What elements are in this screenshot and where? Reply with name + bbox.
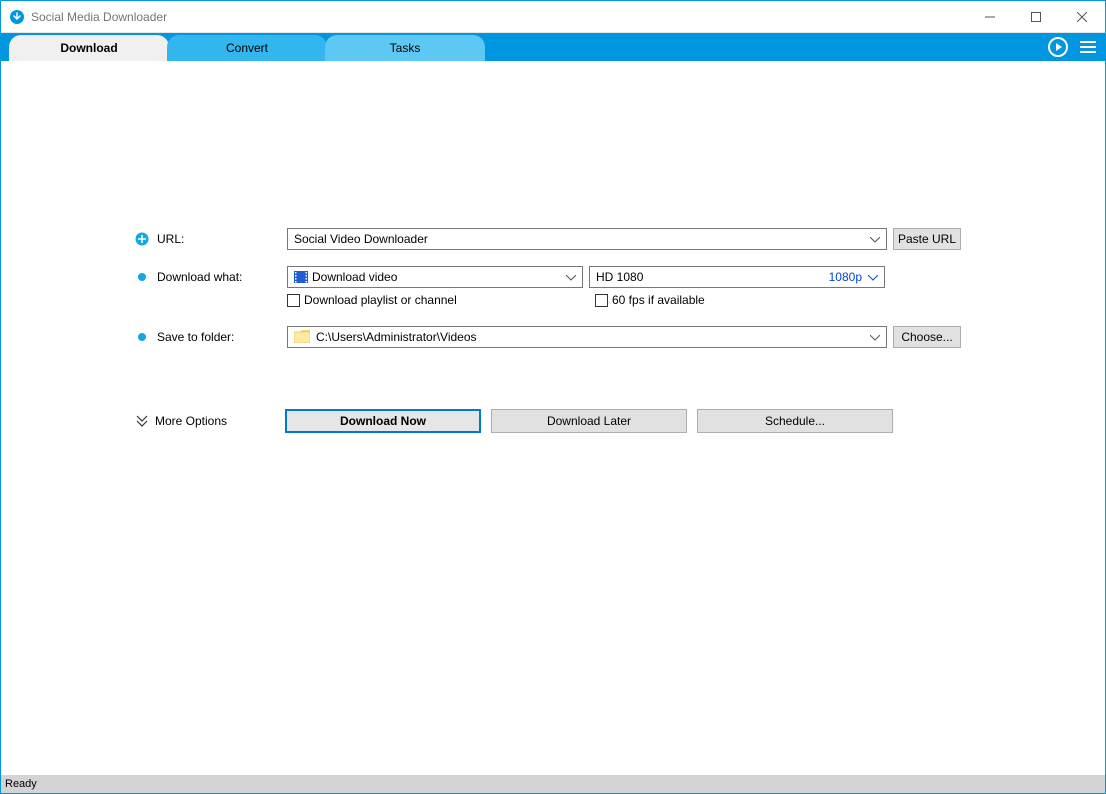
play-icon[interactable] [1047,36,1069,58]
quality-suffix: 1080p [829,270,862,284]
menu-icon[interactable] [1077,36,1099,58]
download-what-label: Download what: [157,270,287,284]
tab-tasks[interactable]: Tasks [325,35,485,61]
button-label: Download Now [340,414,426,428]
video-icon [294,271,308,283]
chevron-down-icon [566,270,576,284]
double-chevron-down-icon [135,414,149,428]
checkbox-label: 60 fps if available [612,293,705,307]
bullet-icon [135,270,149,284]
tab-convert[interactable]: Convert [167,35,327,61]
playlist-checkbox[interactable] [287,294,300,307]
more-options-toggle[interactable]: More Options [135,414,285,428]
tab-label: Tasks [390,41,421,55]
statusbar: Ready [1,775,1105,793]
more-options-label: More Options [155,414,227,428]
choose-folder-button[interactable]: Choose... [893,326,961,348]
button-label: Download Later [547,414,631,428]
fps-checkbox[interactable] [595,294,608,307]
folder-icon [294,330,310,344]
main-panel: URL: Social Video Downloader Paste URL D… [1,61,1105,775]
save-folder-input[interactable]: C:\Users\Administrator\Videos [287,326,887,348]
button-label: Choose... [901,330,952,344]
button-label: Schedule... [765,414,825,428]
paste-url-button[interactable]: Paste URL [893,228,961,250]
quality-select[interactable]: HD 1080 1080p [589,266,885,288]
schedule-button[interactable]: Schedule... [697,409,893,433]
tab-label: Download [60,41,117,55]
tab-download[interactable]: Download [9,35,169,61]
url-value: Social Video Downloader [294,232,428,246]
checkbox-label: Download playlist or channel [304,293,457,307]
url-input[interactable]: Social Video Downloader [287,228,887,250]
status-text: Ready [5,778,37,790]
chevron-down-icon [868,270,878,284]
bullet-icon [135,330,149,344]
titlebar: Social Media Downloader [1,1,1105,33]
download-what-select[interactable]: Download video [287,266,583,288]
close-button[interactable] [1059,1,1105,32]
download-later-button[interactable]: Download Later [491,409,687,433]
plus-icon [135,232,149,246]
tabbar: Download Convert Tasks [1,33,1105,61]
app-icon [9,9,25,25]
button-label: Paste URL [898,232,956,246]
minimize-button[interactable] [967,1,1013,32]
save-folder-label: Save to folder: [157,330,287,344]
url-label: URL: [157,232,287,246]
window-controls [967,1,1105,32]
quality-value: HD 1080 [596,270,643,284]
download-now-button[interactable]: Download Now [285,409,481,433]
combo-value: Download video [312,270,397,284]
window-title: Social Media Downloader [31,10,167,24]
maximize-button[interactable] [1013,1,1059,32]
folder-path: C:\Users\Administrator\Videos [316,330,477,344]
chevron-down-icon [870,330,880,344]
chevron-down-icon [870,232,880,246]
tab-label: Convert [226,41,268,55]
